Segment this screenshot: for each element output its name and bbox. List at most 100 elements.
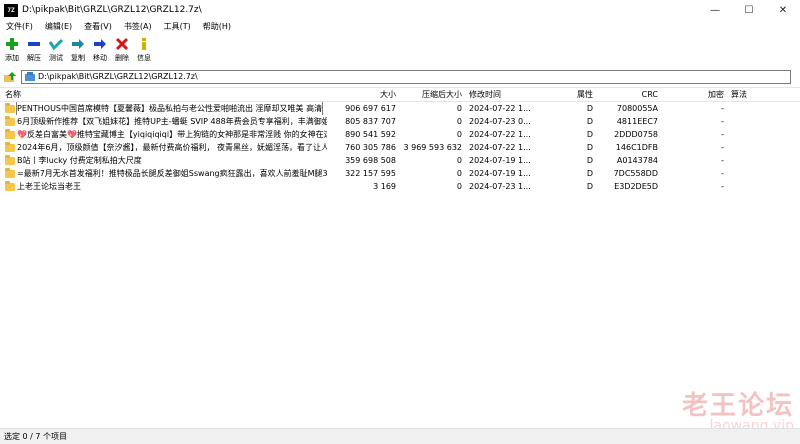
- row-size: 760 305 786: [345, 143, 396, 152]
- move-button[interactable]: 移动: [90, 34, 110, 63]
- column-header-modified[interactable]: 修改时间: [469, 88, 549, 101]
- delete-x-icon: [115, 37, 129, 51]
- test-button[interactable]: 测试: [46, 34, 66, 63]
- status-bar: 选定 0 / 7 个项目: [0, 428, 800, 444]
- menu-view[interactable]: 查看(V): [78, 20, 118, 34]
- row-packed-size: 0: [456, 117, 462, 126]
- table-row[interactable]: 💖反差白富美💖推特宝藏博主【yiqiqiqiqi】带上狗链的女神那是非常淫贱 你…: [0, 128, 800, 141]
- menu-file[interactable]: 文件(F): [0, 20, 39, 34]
- row-name: =最新7月无水首发福利！推特极品长腿反差御姐Sswang疯狂露出，喜欢人前羞耻M…: [17, 169, 327, 178]
- row-modified: 2024-07-22 1...: [469, 143, 531, 152]
- folder-icon: [5, 167, 15, 178]
- row-modified: 2024-07-19 1...: [469, 169, 531, 178]
- row-name: 💖反差白富美💖推特宝藏博主【yiqiqiqiqi】带上狗链的女神那是非常淫贱 你…: [17, 130, 327, 139]
- table-row[interactable]: PENTHOUS中国首席模特【夏馨薇】极品私拍与老公性爱啪啪流出 淫靡却又唯美 …: [0, 102, 800, 115]
- column-header-packed-size[interactable]: 压缩后大小: [400, 88, 462, 101]
- row-attributes: D: [586, 130, 593, 139]
- row-packed-size: 3 969 593 632: [403, 143, 462, 152]
- row-size: 890 541 592: [345, 130, 396, 139]
- row-packed-size: 0: [456, 169, 462, 178]
- window-title: D:\pikpak\Bit\GRZL\GRZL12\GRZL12.7z\: [22, 5, 202, 15]
- column-header-encrypted[interactable]: 加密: [660, 88, 724, 101]
- row-size: 359 698 508: [345, 156, 396, 165]
- info-icon: [142, 38, 146, 50]
- close-button[interactable]: ✕: [766, 0, 800, 20]
- row-encrypted: -: [721, 130, 724, 139]
- up-folder-icon[interactable]: [3, 70, 17, 84]
- menu-bookmarks[interactable]: 书签(A): [118, 20, 158, 34]
- row-encrypted: -: [721, 182, 724, 191]
- row-packed-size: 0: [456, 104, 462, 113]
- row-crc: E3D2DE5D: [614, 182, 658, 191]
- toolbar: 添加 解压 测试 复制 移动 删除 信息: [0, 34, 800, 66]
- archive-icon: [25, 71, 35, 81]
- row-encrypted: -: [721, 156, 724, 165]
- row-attributes: D: [586, 117, 593, 126]
- delete-button[interactable]: 删除: [112, 34, 132, 63]
- table-row[interactable]: 6月顶级新作推荐【双飞姐妹花】推特UP主-蟠蜓 SVIP 488年费会员专享福利…: [0, 115, 800, 128]
- row-packed-size: 0: [456, 182, 462, 191]
- column-header-attributes[interactable]: 属性: [550, 88, 593, 101]
- folder-icon: [5, 115, 15, 126]
- selection-status: 选定 0 / 7 个项目: [4, 432, 68, 441]
- move-arrow-icon: [94, 39, 106, 49]
- row-modified: 2024-07-19 1...: [469, 156, 531, 165]
- row-encrypted: -: [721, 104, 724, 113]
- column-header-name[interactable]: 名称: [5, 88, 155, 101]
- app-7z-icon: 7Z: [4, 3, 18, 17]
- row-crc: 2DDD0758: [614, 130, 658, 139]
- column-header-crc[interactable]: CRC: [600, 88, 658, 101]
- column-header-size[interactable]: 大小: [330, 88, 396, 101]
- plus-icon: [6, 38, 18, 50]
- row-attributes: D: [586, 182, 593, 191]
- row-size: 322 157 595: [345, 169, 396, 178]
- row-attributes: D: [586, 156, 593, 165]
- row-name-cell: =最新7月无水首发福利！推特极品长腿反差御姐Sswang疯狂露出，喜欢人前羞耻M…: [5, 167, 327, 180]
- table-row[interactable]: B站丨李lucky 付费定制私拍大尺度 359 698 508 0 2024-0…: [0, 154, 800, 167]
- info-button[interactable]: 信息: [134, 34, 154, 63]
- menu-tools[interactable]: 工具(T): [158, 20, 197, 34]
- folder-icon: [5, 154, 15, 165]
- row-crc: 7DC558DD: [613, 169, 658, 178]
- folder-icon: [5, 180, 15, 191]
- minimize-button[interactable]: —: [698, 0, 732, 20]
- move-label: 移动: [93, 54, 107, 62]
- test-label: 测试: [49, 54, 63, 62]
- row-modified: 2024-07-23 1...: [469, 182, 531, 191]
- table-row[interactable]: 2024年6月，顶级颜值【奈汐酱】，最新付费高价福利， 夜青黑丝，妩媚淫荡，看了…: [0, 141, 800, 154]
- folder-icon: [5, 141, 15, 152]
- row-attributes: D: [586, 169, 593, 178]
- watermark-main: 老王论坛: [681, 391, 794, 421]
- extract-label: 解压: [27, 54, 41, 62]
- menu-help[interactable]: 帮助(H): [197, 20, 237, 34]
- add-button[interactable]: 添加: [2, 34, 22, 63]
- row-encrypted: -: [721, 169, 724, 178]
- row-crc: 4811EEC7: [616, 117, 658, 126]
- row-name: 6月顶级新作推荐【双飞姐妹花】推特UP主-蟠蜓 SVIP 488年费会员专享福利…: [17, 117, 327, 126]
- list-header: 名称 大小 压缩后大小 修改时间 属性 CRC 加密 算法: [0, 88, 800, 102]
- watermark: 老王论坛 laowang.vip: [682, 385, 794, 434]
- row-crc: 7080055A: [616, 104, 658, 113]
- row-modified: 2024-07-22 1...: [469, 130, 531, 139]
- extract-button[interactable]: 解压: [24, 34, 44, 63]
- info-label: 信息: [137, 54, 151, 62]
- row-name: 2024年6月，顶级颜值【奈汐酱】，最新付费高价福利， 夜青黑丝，妩媚淫荡，看了…: [17, 143, 327, 152]
- row-name-cell: PENTHOUS中国首席模特【夏馨薇】极品私拍与老公性爱啪啪流出 淫靡却又唯美 …: [5, 102, 327, 115]
- row-name-cell: 💖反差白富美💖推特宝藏博主【yiqiqiqiqi】带上狗链的女神那是非常淫贱 你…: [5, 128, 327, 141]
- row-name-cell: 6月顶级新作推荐【双飞姐妹花】推特UP主-蟠蜓 SVIP 488年费会员专享福利…: [5, 115, 327, 128]
- copy-button[interactable]: 复制: [68, 34, 88, 63]
- row-attributes: D: [586, 143, 593, 152]
- row-size: 906 697 617: [345, 104, 396, 113]
- table-row[interactable]: =最新7月无水首发福利！推特极品长腿反差御姐Sswang疯狂露出，喜欢人前羞耻M…: [0, 167, 800, 180]
- row-crc: A0143784: [616, 156, 658, 165]
- row-modified: 2024-07-22 1...: [469, 104, 531, 113]
- table-row[interactable]: 上老王论坛当老王 3 169 0 2024-07-23 1... D E3D2D…: [0, 180, 800, 193]
- maximize-button[interactable]: ☐: [732, 0, 766, 20]
- column-header-method[interactable]: 算法: [731, 88, 771, 101]
- row-name: 上老王论坛当老王: [17, 182, 81, 191]
- menu-edit[interactable]: 编辑(E): [39, 20, 78, 34]
- row-crc: 146C1DFB: [615, 143, 658, 152]
- add-label: 添加: [5, 54, 19, 62]
- path-field[interactable]: D:\pikpak\Bit\GRZL\GRZL12\GRZL12.7z\: [21, 69, 791, 84]
- row-name-cell: B站丨李lucky 付费定制私拍大尺度: [5, 154, 327, 167]
